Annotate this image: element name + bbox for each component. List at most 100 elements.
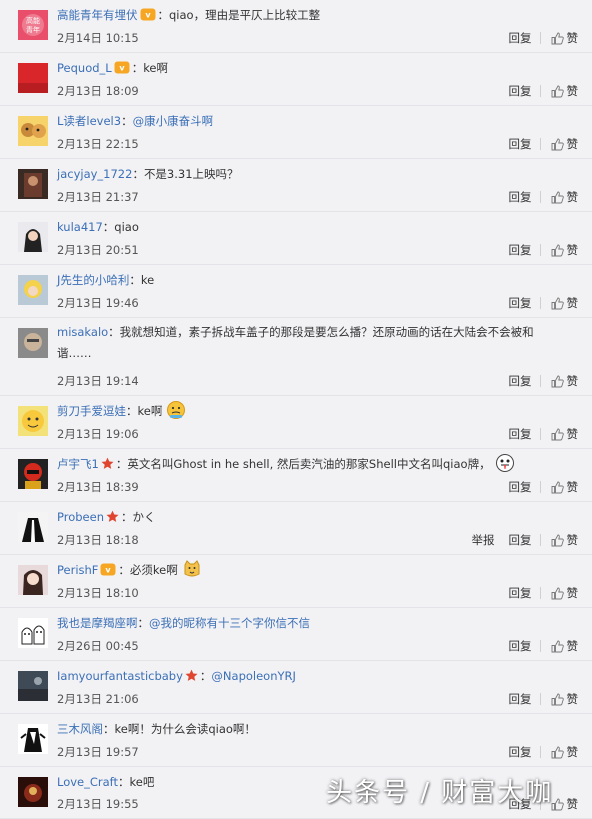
like-button[interactable]: 赞 [551, 243, 579, 257]
like-button[interactable]: 赞 [551, 745, 579, 759]
comment-text: 三木风阁：ke啊！为什么会读qiao啊！ [57, 718, 568, 740]
user-avatar[interactable] [18, 63, 48, 93]
username-link[interactable]: 我也是摩羯座啊 [57, 616, 138, 630]
reply-button[interactable]: 回复 [509, 190, 532, 204]
comment-actions: 回复 赞 [509, 137, 579, 151]
username-link[interactable]: 三木风阁 [57, 722, 103, 736]
reply-button[interactable]: 回复 [509, 692, 532, 706]
mention-link[interactable]: @我的昵称有十三个字你信不信 [149, 616, 310, 630]
username-link[interactable]: J先生的小哈利 [57, 273, 129, 287]
reply-button[interactable]: 回复 [509, 31, 532, 45]
thumbs-up-icon [551, 191, 567, 204]
comment-text: jacyjay_1722：不是3.31上映吗？ [57, 163, 568, 185]
like-button[interactable]: 赞 [551, 586, 578, 600]
username-link[interactable]: 高能青年有埋伏 [57, 8, 138, 22]
reply-button[interactable]: 回复 [509, 296, 532, 310]
like-label: 赞 [566, 745, 579, 759]
like-button[interactable]: 赞 [551, 427, 579, 441]
like-label: 赞 [566, 190, 579, 204]
reply-button[interactable]: 回复 [509, 243, 532, 257]
user-avatar[interactable] [18, 116, 48, 146]
comment-row: L读者level3：@康小康奋斗啊 2月13日 22:15 回复 赞 [0, 106, 592, 159]
comment-actions: 回复 赞 [509, 296, 579, 310]
comment-timestamp: 2月13日 21:06 [57, 692, 139, 706]
user-avatar[interactable] [18, 618, 48, 648]
action-divider [539, 244, 541, 256]
thumbs-up-icon [551, 244, 567, 257]
comment-body: qiao [114, 220, 139, 234]
cat-emoji-icon [182, 559, 202, 586]
face-emoji-icon [166, 400, 186, 427]
username-link[interactable]: Pequod_L [57, 61, 112, 75]
user-avatar[interactable] [18, 406, 48, 436]
username-link[interactable]: Probeen [57, 510, 104, 524]
thumbs-up-icon [551, 32, 567, 45]
like-label: 赞 [566, 137, 579, 151]
username-link[interactable]: Love_Craft [57, 775, 118, 789]
comment-actions: 回复 赞 [509, 84, 579, 98]
user-avatar[interactable]: 高能 青年 [18, 10, 48, 40]
like-button[interactable]: 赞 [551, 137, 579, 151]
username-link[interactable]: 剪刀手爱逗娃 [57, 404, 126, 418]
username-link[interactable]: Iamyourfantasticbaby [57, 669, 183, 683]
like-button[interactable]: 赞 [551, 190, 579, 204]
comment-text: misakalo：我就想知道，素子拆战车盖子的那段是要怎么播？还原动画的话在大陆… [57, 322, 568, 364]
user-avatar[interactable] [18, 777, 48, 807]
user-avatar[interactable] [18, 512, 48, 542]
report-button[interactable]: 举报 [472, 533, 495, 547]
comment-text: 卢宇飞1 ：英文名叫Ghost in he shell, 然后卖汽油的那家Shel… [57, 453, 568, 480]
like-button[interactable]: 赞 [551, 31, 578, 45]
comment-timestamp: 2月26日 00:45 [57, 639, 139, 653]
comment-actions: 回复 赞 [509, 639, 579, 653]
like-label: 赞 [566, 243, 579, 257]
username-link[interactable]: L读者level3 [57, 114, 121, 128]
like-button[interactable]: 赞 [551, 639, 578, 653]
reply-button[interactable]: 回复 [509, 586, 532, 600]
reply-button[interactable]: 回复 [509, 84, 532, 98]
like-button[interactable]: 赞 [551, 296, 579, 310]
like-label: 赞 [566, 692, 579, 706]
mention-link[interactable]: @康小康奋斗啊 [133, 114, 214, 128]
like-button[interactable]: 赞 [551, 374, 578, 388]
user-avatar[interactable] [18, 275, 48, 305]
like-label: 赞 [566, 427, 579, 441]
mention-link[interactable]: @NapoleonYRJ [211, 669, 296, 683]
username-link[interactable]: PerishF [57, 563, 98, 577]
username-link[interactable]: jacyjay_1722 [57, 167, 132, 181]
user-avatar[interactable] [18, 724, 48, 754]
user-avatar[interactable] [18, 565, 48, 595]
username-link[interactable]: 卢宇飞1 [57, 457, 99, 471]
colon-separator: ： [118, 563, 130, 577]
comment-timestamp: 2月13日 19:06 [57, 427, 139, 441]
like-label: 赞 [566, 296, 579, 310]
like-button[interactable]: 赞 [551, 533, 578, 547]
reply-button[interactable]: 回复 [509, 533, 532, 547]
reply-button[interactable]: 回复 [509, 745, 532, 759]
thumbs-up-icon [551, 693, 567, 706]
reply-button[interactable]: 回复 [509, 639, 532, 653]
user-avatar[interactable] [18, 222, 48, 252]
vip-badge-icon: v [100, 563, 116, 576]
action-divider [539, 587, 541, 599]
comment-timestamp: 2月13日 19:55 [57, 797, 139, 811]
action-divider [539, 534, 541, 546]
username-link[interactable]: kula417 [57, 220, 103, 234]
reply-button[interactable]: 回复 [509, 374, 532, 388]
user-avatar[interactable] [18, 459, 48, 489]
username-link[interactable]: misakalo [57, 325, 108, 339]
like-button[interactable]: 赞 [551, 480, 578, 494]
reply-button[interactable]: 回复 [509, 480, 532, 494]
svg-text:v: v [119, 64, 125, 73]
action-divider [539, 481, 541, 493]
user-avatar[interactable] [18, 671, 48, 701]
user-avatar[interactable] [18, 328, 48, 358]
reply-button[interactable]: 回复 [509, 427, 532, 441]
tongue-emoji-icon [495, 453, 515, 480]
user-avatar[interactable] [18, 169, 48, 199]
reply-button[interactable]: 回复 [509, 137, 532, 151]
like-button[interactable]: 赞 [551, 797, 578, 811]
svg-text:v: v [106, 566, 112, 575]
like-button[interactable]: 赞 [551, 84, 578, 98]
comment-actions: 回复 赞 [509, 480, 579, 494]
like-button[interactable]: 赞 [551, 692, 579, 706]
